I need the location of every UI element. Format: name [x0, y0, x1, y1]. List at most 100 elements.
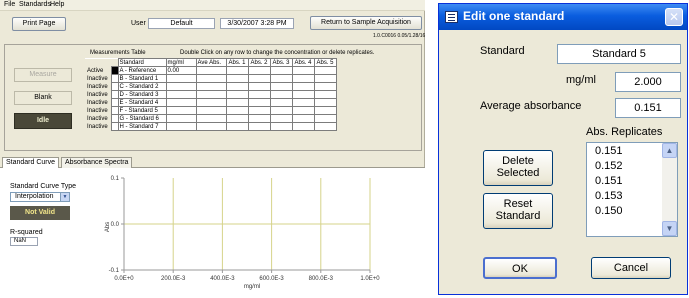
mgml-field[interactable]: 2.000: [615, 72, 681, 92]
table-row[interactable]: Active A - Reference 0.00: [85, 66, 337, 75]
chart-y-tick-label: 0.0: [111, 222, 120, 228]
row-abs-4: [291, 98, 315, 107]
measurements-table: Standard mg/ml Ave Abs. Abs. 1 Abs. 2 Ab…: [85, 58, 337, 131]
row-abs-1: [225, 106, 249, 115]
row-abs-4: [291, 90, 315, 99]
dialog-title-bar[interactable]: Edit one standard ✕: [439, 4, 687, 30]
row-ave-abs: [195, 74, 227, 83]
row-mgml: [165, 98, 197, 107]
blank-button[interactable]: Blank: [14, 91, 72, 105]
measure-button[interactable]: Measure: [14, 68, 72, 82]
row-abs-3: [269, 90, 293, 99]
row-mgml: [165, 114, 197, 123]
row-select-indicator: [110, 90, 119, 99]
row-abs-1: [225, 74, 249, 83]
return-to-sample-acquisition-button[interactable]: Return to Sample Acquisition: [310, 16, 422, 30]
row-standard: H - Standard 7: [117, 122, 167, 131]
row-abs-1: [225, 98, 249, 107]
row-abs-3: [269, 82, 293, 91]
user-field: Default: [148, 18, 215, 29]
replicates-scrollbar[interactable]: ▲ ▼: [662, 143, 677, 236]
chart-y-tick-label: -0.1: [109, 268, 120, 274]
chart-x-tick-label: 400.0E-3: [210, 276, 235, 282]
abs-replicates-label: Abs. Replicates: [586, 126, 663, 138]
chart-x-tick-label: 0.0E+0: [114, 276, 134, 282]
ok-button[interactable]: OK: [483, 257, 557, 279]
row-abs-5: [313, 74, 337, 83]
row-ave-abs: [195, 90, 227, 99]
menu-standards[interactable]: Standards: [19, 1, 51, 8]
table-row[interactable]: Inactive D - Standard 3: [85, 90, 337, 99]
row-abs-2: [247, 82, 271, 91]
table-row[interactable]: Inactive F - Standard 5: [85, 106, 337, 115]
tab-strip: Standard Curve Absorbance Spectra: [0, 156, 425, 169]
row-abs-5: [313, 82, 337, 91]
row-abs-5: [313, 106, 337, 115]
chart-y-axis-label: Abs: [105, 222, 111, 232]
chart-x-tick-label: 800.0E-3: [309, 276, 334, 282]
mgml-label: mg/ml: [566, 74, 596, 86]
header-mgml: mg/ml: [165, 58, 197, 67]
replicate-item[interactable]: 0.151: [595, 175, 623, 187]
replicate-item[interactable]: 0.150: [595, 205, 623, 217]
row-ave-abs: [195, 82, 227, 91]
dialog-title: Edit one standard: [463, 9, 565, 23]
replicate-item[interactable]: 0.153: [595, 190, 623, 202]
tab-absorbance-spectra[interactable]: Absorbance Spectra: [61, 157, 133, 168]
measurements-table-hint: Double Click on any row to change the co…: [180, 50, 375, 56]
row-status: Inactive: [85, 98, 111, 107]
chart-x-tick-label: 200.0E-3: [161, 276, 186, 282]
reset-label-line1: Reset: [503, 198, 533, 210]
table-row[interactable]: Inactive B - Standard 1: [85, 74, 337, 83]
row-mgml: [165, 106, 197, 115]
table-row[interactable]: Inactive E - Standard 4: [85, 98, 337, 107]
reset-standard-button[interactable]: Reset Standard: [483, 193, 553, 229]
delete-selected-button[interactable]: Delete Selected: [483, 150, 553, 186]
standard-curve-chart: 0.0E+0 200.0E-3 400.0E-3 600.0E-3 800.0E-3 1.…: [105, 176, 380, 290]
header-abs-2: Abs. 2: [247, 58, 271, 67]
close-icon[interactable]: ✕: [665, 8, 683, 26]
row-mgml: [165, 122, 197, 131]
header-abs-5: Abs. 5: [313, 58, 337, 67]
standard-name-field[interactable]: Standard 5: [557, 44, 681, 64]
abs-replicates-list[interactable]: 0.151 0.152 0.151 0.153 0.150 ▲ ▼: [586, 142, 678, 237]
scroll-down-icon[interactable]: ▼: [662, 221, 677, 236]
row-abs-2: [247, 74, 271, 83]
row-abs-1: [225, 90, 249, 99]
menu-file[interactable]: File: [4, 1, 15, 8]
row-abs-4: [291, 122, 315, 131]
standard-label: Standard: [480, 45, 525, 57]
row-standard: F - Standard 5: [117, 106, 167, 115]
row-mgml: [165, 90, 197, 99]
row-abs-4: [291, 74, 315, 83]
user-label: User: [131, 20, 146, 27]
chart-x-tick-label: 600.0E-3: [259, 276, 284, 282]
scroll-up-icon[interactable]: ▲: [662, 143, 677, 158]
print-page-button[interactable]: Print Page: [12, 17, 66, 31]
measurements-table-title: Measurements Table: [90, 50, 146, 56]
row-abs-2: [247, 122, 271, 131]
row-mgml: 0.00: [165, 66, 197, 75]
row-abs-4: [291, 66, 315, 75]
table-row[interactable]: Inactive C - Standard 2: [85, 82, 337, 91]
row-select-indicator: [110, 66, 119, 75]
table-row[interactable]: Inactive H - Standard 7: [85, 122, 337, 131]
replicate-item[interactable]: 0.152: [595, 160, 623, 172]
chart-y-tick-label: 0.1: [111, 176, 120, 182]
cancel-button[interactable]: Cancel: [591, 257, 671, 279]
row-abs-5: [313, 66, 337, 75]
table-row[interactable]: Inactive G - Standard 6: [85, 114, 337, 123]
row-standard: C - Standard 2: [117, 82, 167, 91]
average-absorbance-field: 0.151: [615, 98, 681, 118]
idle-button[interactable]: Idle: [14, 113, 72, 129]
row-abs-1: [225, 122, 249, 131]
row-mgml: [165, 82, 197, 91]
row-status: Inactive: [85, 90, 111, 99]
header-abs-4: Abs. 4: [291, 58, 315, 67]
reset-label-line2: Standard: [495, 210, 541, 222]
replicate-item[interactable]: 0.151: [595, 145, 623, 157]
row-ave-abs: [195, 106, 227, 115]
row-mgml: [165, 74, 197, 83]
row-abs-3: [269, 122, 293, 131]
menu-help[interactable]: Help: [50, 1, 64, 8]
